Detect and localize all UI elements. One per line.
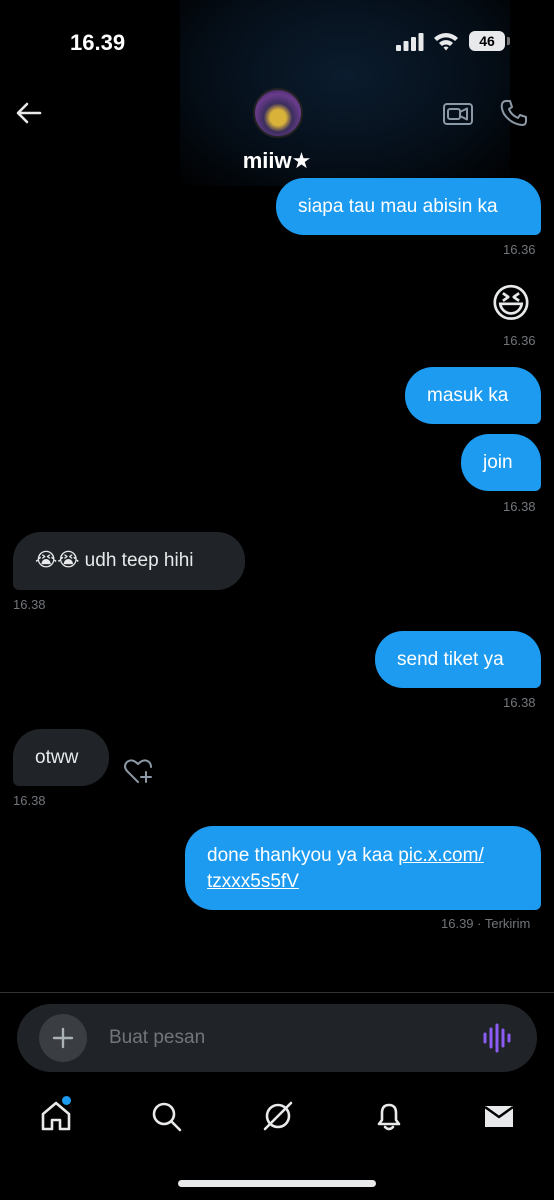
back-arrow-icon[interactable] (14, 98, 44, 128)
message-timestamp: 16.38 (503, 695, 536, 710)
video-call-icon[interactable] (442, 100, 474, 128)
message-timestamp-status: 16.39 · Terkirim (441, 916, 531, 931)
emoji-message[interactable]: 😆 (488, 281, 534, 327)
mail-icon[interactable] (481, 1098, 517, 1134)
message-bubble-outgoing[interactable]: siapa tau mau abisin ka (276, 178, 541, 235)
contact-name[interactable]: miiw★ (0, 148, 554, 174)
message-text: 😭😭 udh teep hihi (35, 550, 194, 571)
wifi-icon (434, 33, 458, 51)
composer-divider (0, 992, 554, 993)
bell-icon[interactable] (371, 1098, 407, 1134)
message-bubble-outgoing[interactable]: join (461, 434, 541, 491)
message-text: join (483, 452, 513, 473)
message-timestamp: 16.38 (13, 597, 46, 612)
battery-indicator: 46 (469, 31, 505, 51)
voice-wave-icon[interactable] (482, 1022, 512, 1054)
message-text: done thankyou ya kaa pic.x.com/ (207, 843, 484, 868)
message-text: otww (35, 747, 79, 768)
heart-plus-icon[interactable] (122, 757, 154, 785)
message-bubble-outgoing[interactable]: masuk ka (405, 367, 541, 424)
message-timestamp: 16.38 (503, 499, 536, 514)
contact-avatar[interactable] (253, 88, 303, 138)
message-input[interactable] (109, 1024, 449, 1052)
plus-icon (52, 1027, 74, 1049)
battery-level: 46 (479, 33, 495, 49)
message-bubble-incoming[interactable]: otww (13, 729, 109, 786)
message-link[interactable]: pic.x.com/ (398, 845, 484, 866)
message-link-continued[interactable]: tzxxx5s5fV (207, 869, 299, 894)
message-timestamp: 16.36 (503, 242, 536, 257)
message-bubble-outgoing[interactable]: done thankyou ya kaa pic.x.com/ tzxxx5s5… (185, 826, 541, 910)
message-text: siapa tau mau abisin ka (298, 196, 498, 217)
message-composer (17, 1004, 537, 1072)
message-timestamp: 16.38 (13, 793, 46, 808)
message-timestamp: 16.36 (503, 333, 536, 348)
grok-icon[interactable] (260, 1098, 296, 1134)
message-bubble-outgoing[interactable]: send tiket ya (375, 631, 541, 688)
notification-dot (62, 1096, 71, 1105)
message-text: send tiket ya (397, 649, 504, 670)
status-time: 16.39 (70, 30, 126, 55)
home-indicator (178, 1180, 376, 1187)
battery-tip (507, 37, 510, 45)
phone-icon[interactable] (499, 98, 529, 128)
search-icon[interactable] (148, 1098, 184, 1134)
message-text-content: done thankyou ya kaa (207, 845, 399, 866)
status-bar: 16.39 46 (0, 0, 554, 80)
cellular-signal-icon (396, 33, 424, 51)
chat-header: miiw★ (0, 80, 554, 186)
add-attachment-button[interactable] (39, 1014, 87, 1062)
message-bubble-incoming[interactable]: 😭😭 udh teep hihi (13, 532, 245, 590)
message-text: masuk ka (427, 385, 509, 406)
